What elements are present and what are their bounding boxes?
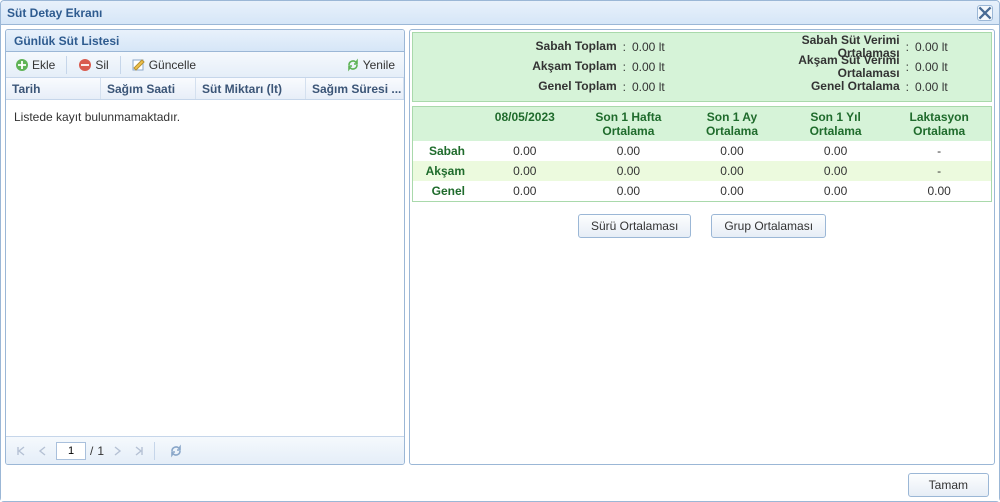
empty-text: Listede kayıt bulunmamaktadır. — [14, 110, 180, 124]
close-icon — [978, 6, 992, 20]
summary-label: Genel Toplam — [419, 80, 617, 93]
separator — [154, 442, 155, 460]
pager-sep: / — [90, 444, 93, 458]
summary-value: 0.00 lt — [632, 60, 702, 74]
refresh-icon — [169, 444, 183, 458]
avg-col-month: Son 1 Ay Ortalama — [680, 107, 784, 141]
update-button[interactable]: Güncelle — [127, 56, 201, 74]
plus-icon — [15, 58, 29, 72]
edit-icon — [132, 58, 146, 72]
last-icon — [134, 446, 144, 456]
separator — [66, 56, 67, 74]
avg-col-year: Son 1 Yıl Ortalama — [784, 107, 888, 141]
summary-value: 0.00 lt — [915, 80, 985, 94]
delete-button[interactable]: Sil — [73, 56, 113, 74]
delete-label: Sil — [95, 58, 108, 72]
pager-prev-button[interactable] — [34, 442, 52, 460]
add-button[interactable]: Ekle — [10, 56, 60, 74]
ok-button[interactable]: Tamam — [908, 473, 989, 497]
update-label: Güncelle — [149, 58, 196, 72]
avg-header: 08/05/2023 Son 1 Hafta Ortalama Son 1 Ay… — [413, 107, 991, 141]
grid-body: Listede kayıt bulunmamaktadır. — [6, 100, 404, 436]
refresh-icon — [346, 58, 360, 72]
avg-row-evening: Akşam 0.00 0.00 0.00 0.00 - — [413, 161, 991, 181]
summary-value: 0.00 lt — [915, 60, 985, 74]
avg-row-morning: Sabah 0.00 0.00 0.00 0.00 - — [413, 141, 991, 161]
first-icon — [16, 446, 26, 456]
summary-box: Sabah Toplam : 0.00 lt Sabah Süt Verimi … — [412, 32, 992, 102]
dialog-window: Süt Detay Ekranı Günlük Süt Listesi Ekle… — [0, 0, 1000, 502]
summary-label: Akşam Süt Verimi Ortalaması — [750, 54, 900, 80]
summary-label: Sabah Toplam — [419, 40, 617, 53]
pager-next-button[interactable] — [108, 442, 126, 460]
col-milk-amount[interactable]: Süt Miktarı (lt) — [196, 78, 306, 99]
refresh-label: Yenile — [363, 58, 395, 72]
summary-row: Genel Toplam : 0.00 lt Genel Ortalama : … — [419, 77, 985, 97]
content-area: Günlük Süt Listesi Ekle Sil Güncelle — [1, 25, 999, 469]
summary-row: Akşam Toplam : 0.00 lt Akşam Süt Verimi … — [419, 57, 985, 77]
minus-icon — [78, 58, 92, 72]
herd-average-button[interactable]: Sürü Ortalaması — [578, 214, 691, 238]
stats-panel: Sabah Toplam : 0.00 lt Sabah Süt Verimi … — [409, 29, 995, 465]
avg-rowlabel: Sabah — [413, 141, 473, 161]
add-label: Ekle — [32, 58, 55, 72]
list-toolbar: Ekle Sil Güncelle Yenile — [6, 52, 404, 78]
pager-first-button[interactable] — [12, 442, 30, 460]
window-title: Süt Detay Ekranı — [7, 6, 102, 20]
summary-value: 0.00 lt — [632, 40, 702, 54]
pager-page-input[interactable] — [56, 442, 86, 460]
panel-title: Günlük Süt Listesi — [6, 30, 404, 52]
pager: / 1 — [6, 436, 404, 464]
next-icon — [112, 446, 122, 456]
avg-col-week: Son 1 Hafta Ortalama — [577, 107, 681, 141]
summary-label: Genel Ortalama — [750, 80, 900, 93]
summary-value: 0.00 lt — [915, 40, 985, 54]
prev-icon — [38, 446, 48, 456]
summary-value: 0.00 lt — [632, 80, 702, 94]
avg-col-lactation: Laktasyon Ortalama — [887, 107, 991, 141]
refresh-button[interactable]: Yenile — [341, 56, 400, 74]
pager-total: 1 — [97, 444, 104, 458]
avg-row-total: Genel 0.00 0.00 0.00 0.00 0.00 — [413, 181, 991, 201]
averages-table: 08/05/2023 Son 1 Hafta Ortalama Son 1 Ay… — [412, 106, 992, 202]
close-button[interactable] — [977, 5, 993, 21]
dialog-footer: Tamam — [1, 469, 999, 501]
grid-header: Tarih Sağım Saati Süt Miktarı (lt) Sağım… — [6, 78, 404, 100]
avg-rowlabel: Genel — [413, 181, 473, 201]
separator — [120, 56, 121, 74]
title-bar: Süt Detay Ekranı — [1, 1, 999, 25]
avg-buttons-row: Sürü Ortalaması Grup Ortalaması — [410, 204, 994, 248]
col-date[interactable]: Tarih — [6, 78, 101, 99]
group-average-button[interactable]: Grup Ortalaması — [711, 214, 826, 238]
avg-rowlabel: Akşam — [413, 161, 473, 181]
pager-refresh-button[interactable] — [167, 442, 185, 460]
avg-col-date: 08/05/2023 — [473, 107, 577, 141]
summary-label: Akşam Toplam — [419, 60, 617, 73]
col-milking-time[interactable]: Sağım Saati — [101, 78, 196, 99]
col-milking-duration[interactable]: Sağım Süresi ... — [306, 78, 404, 99]
daily-milk-list-panel: Günlük Süt Listesi Ekle Sil Güncelle — [5, 29, 405, 465]
pager-last-button[interactable] — [130, 442, 148, 460]
